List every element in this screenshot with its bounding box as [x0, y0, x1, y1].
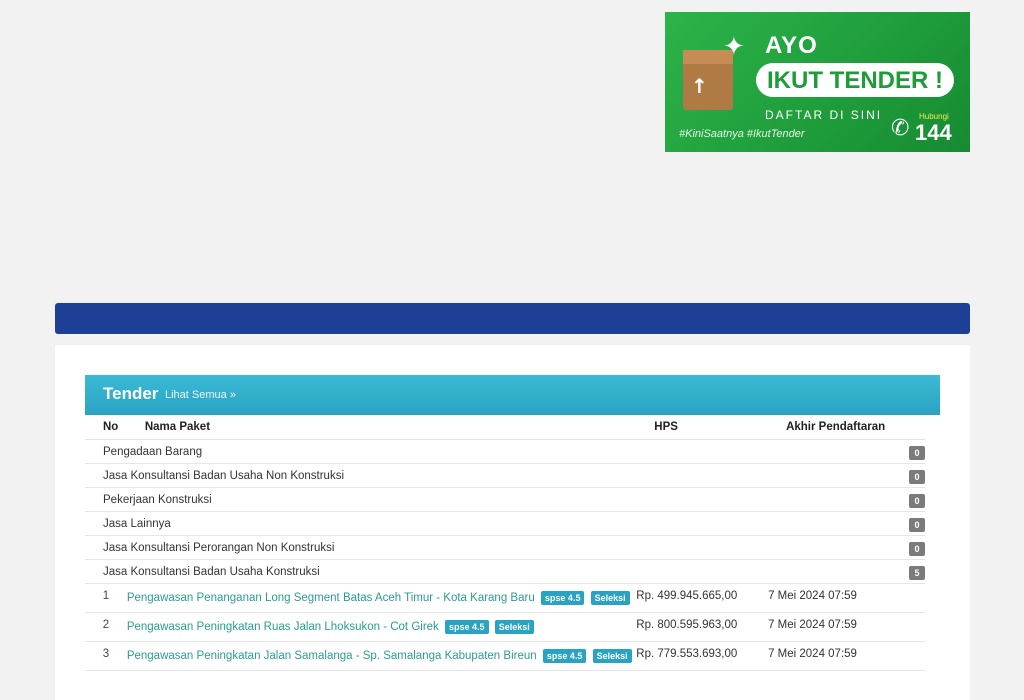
package-link[interactable]: Pengawasan Peningkatan Ruas Jalan Lhoksu… [127, 621, 439, 633]
tender-section-header: Tender Lihat Semua » [85, 375, 940, 415]
seleksi-tag: Seleksi [494, 620, 534, 634]
see-all-link[interactable]: Lihat Semua » [165, 389, 236, 401]
row-number: 2 [85, 612, 127, 642]
category-count-badge: 0 [909, 446, 925, 460]
spse-tag: spse 4.5 [542, 649, 587, 663]
category-name: Jasa Lainnya [85, 511, 769, 536]
category-row[interactable]: Jasa Konsultansi Perorangan Non Konstruk… [85, 535, 925, 560]
category-count-badge: 5 [909, 566, 925, 580]
category-name: Pengadaan Barang [85, 439, 769, 464]
category-row[interactable]: Pengadaan Barang 0 [85, 439, 925, 464]
category-row[interactable]: Jasa Konsultansi Badan Usaha Konstruksi … [85, 559, 925, 584]
category-count-badge: 0 [909, 470, 925, 484]
deadline-value: 7 Mei 2024 07:59 [768, 641, 925, 671]
table-row: 1 Pengawasan Penanganan Long Segment Bat… [85, 583, 925, 613]
hps-value: Rp. 800.595.963,00 [636, 612, 769, 642]
banner-subline: DAFTAR DI SINI [765, 108, 883, 122]
category-name: Jasa Konsultansi Badan Usaha Konstruksi [85, 559, 769, 584]
col-hps: HPS [636, 415, 769, 440]
spse-tag: spse 4.5 [445, 620, 489, 634]
phone-icon: ✆ [891, 116, 910, 141]
package-cell: Pengawasan Penanganan Long Segment Batas… [126, 583, 637, 613]
package-link[interactable]: Pengawasan Peningkatan Jalan Samalanga -… [127, 650, 537, 662]
category-name: Jasa Konsultansi Badan Usaha Non Konstru… [85, 463, 769, 488]
table-row: 2 Pengawasan Peningkatan Ruas Jalan Lhok… [85, 612, 925, 642]
banner-ayo-text: AYO [765, 32, 818, 59]
seleksi-tag: Seleksi [590, 591, 630, 605]
spse-tag: spse 4.5 [540, 591, 585, 605]
col-no: No [85, 415, 127, 440]
table-header-row: No Nama Paket HPS Akhir Pendaftaran [85, 415, 925, 440]
nav-bar [55, 303, 970, 334]
package-cell: Pengawasan Peningkatan Ruas Jalan Lhoksu… [126, 612, 637, 642]
hps-value: Rp. 499.945.665,00 [636, 583, 769, 613]
category-count-badge: 0 [909, 518, 925, 532]
banner-headline: IKUT TENDER ! [767, 67, 943, 94]
ikut-tender-banner[interactable]: ↑ ✦ AYO IKUT TENDER ! DAFTAR DI SINI #Ki… [665, 12, 970, 152]
category-row[interactable]: Jasa Lainnya 0 [85, 511, 925, 536]
banner-headline-pill: IKUT TENDER ! [756, 63, 954, 97]
banner-phone-number: 144 [915, 120, 952, 145]
hps-value: Rp. 779.553.693,00 [636, 641, 769, 671]
banner-hashtag: #KiniSaatnya #IkutTender [679, 128, 805, 140]
row-number: 1 [85, 583, 127, 613]
category-row[interactable]: Pekerjaan Konstruksi 0 [85, 487, 925, 512]
category-row[interactable]: Jasa Konsultansi Badan Usaha Non Konstru… [85, 463, 925, 488]
category-count-badge: 0 [909, 542, 925, 556]
tender-title: Tender [103, 384, 159, 403]
category-name: Pekerjaan Konstruksi [85, 487, 769, 512]
content-panel: Tender Lihat Semua » No Nama Paket HPS A… [55, 345, 970, 700]
col-nama-paket: Nama Paket [126, 415, 637, 440]
deadline-value: 7 Mei 2024 07:59 [768, 612, 925, 642]
sparkle-icon: ✦ [723, 32, 745, 62]
deadline-value: 7 Mei 2024 07:59 [768, 583, 925, 613]
seleksi-tag: Seleksi [592, 649, 632, 663]
category-count-badge: 0 [909, 494, 925, 508]
tender-table: No Nama Paket HPS Akhir Pendaftaran Peng… [85, 415, 925, 671]
category-name: Jasa Konsultansi Perorangan Non Konstruk… [85, 535, 769, 560]
col-akhir-pendaftaran: Akhir Pendaftaran [768, 415, 925, 440]
table-row: 3 Pengawasan Peningkatan Jalan Samalanga… [85, 641, 925, 671]
row-number: 3 [85, 641, 127, 671]
package-link[interactable]: Pengawasan Penanganan Long Segment Batas… [127, 592, 535, 604]
package-cell: Pengawasan Peningkatan Jalan Samalanga -… [126, 641, 637, 671]
